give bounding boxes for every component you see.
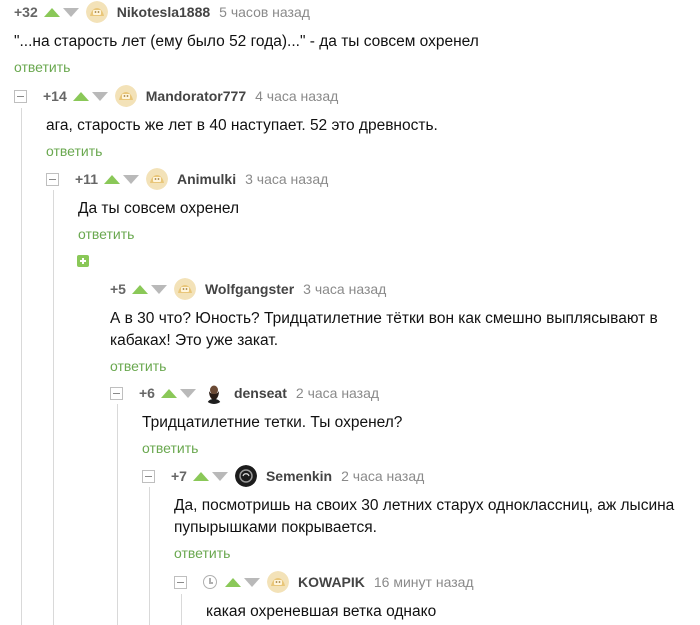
comment-text: "...на старость лет (ему было 52 года)..… xyxy=(14,33,479,50)
avatar[interactable] xyxy=(234,465,257,487)
comment-rating: +14 xyxy=(43,88,67,104)
upvote-icon[interactable] xyxy=(103,174,120,184)
clock-icon xyxy=(203,575,217,589)
comment-text: А в 30 что? Юность? Тридцатилетние тётки… xyxy=(110,308,694,352)
comment-text-line: Да, посмотришь на своих 30 летних старух… xyxy=(174,497,675,514)
reply-link[interactable]: ответить xyxy=(142,440,198,456)
reply-link[interactable]: ответить xyxy=(78,226,134,242)
downvote-icon[interactable] xyxy=(179,388,196,398)
comment-author[interactable]: Animulki xyxy=(177,171,236,187)
comment-author[interactable]: denseat xyxy=(234,385,287,401)
comment-rating: +5 xyxy=(110,281,126,297)
comment-header: +14 Mandorator777 4 часа назад xyxy=(14,85,694,107)
downvote-icon[interactable] xyxy=(62,7,79,17)
collapse-button[interactable] xyxy=(14,89,27,103)
collapse-button[interactable] xyxy=(142,469,155,483)
comment-author[interactable]: Wolfgangster xyxy=(205,281,294,297)
comment-header: +6 denseat 2 часа назад xyxy=(110,382,694,404)
avatar[interactable] xyxy=(114,85,137,107)
comment-header: +32 Nikotesla1888 5 часов назад xyxy=(14,1,694,23)
comment-header: KOWAPIK 16 минут назад xyxy=(174,571,694,593)
comment-author[interactable]: KOWAPIK xyxy=(298,574,365,590)
downvote-icon[interactable] xyxy=(211,471,228,481)
comment-text-line: пупырышками покрывается. xyxy=(174,519,377,536)
comment-text: ага, старость же лет в 40 наступает. 52 … xyxy=(46,117,438,134)
reply-link[interactable]: ответить xyxy=(110,358,166,374)
comment: +32 Nikotesla1888 5 часов назад "...на с… xyxy=(14,1,694,77)
reply-link[interactable]: ответить xyxy=(46,143,102,159)
comment: KOWAPIK 16 минут назад какая охреневшая … xyxy=(174,571,694,623)
downvote-icon[interactable] xyxy=(150,284,167,294)
avatar[interactable] xyxy=(202,382,225,404)
comment-time[interactable]: 16 минут назад xyxy=(374,574,474,590)
comment-rating: +32 xyxy=(14,4,38,20)
comment-time[interactable]: 2 часа назад xyxy=(341,468,424,484)
avatar[interactable] xyxy=(267,571,289,593)
comment: +14 Mandorator777 4 часа назад ага, стар… xyxy=(14,85,694,161)
thread-line xyxy=(21,108,22,625)
downvote-icon[interactable] xyxy=(244,577,260,587)
upvote-icon[interactable] xyxy=(160,388,177,398)
avatar[interactable] xyxy=(145,168,168,190)
collapse-button[interactable] xyxy=(174,575,187,589)
downvote-icon[interactable] xyxy=(91,91,108,101)
comment-rating: +7 xyxy=(171,468,187,484)
avatar[interactable] xyxy=(173,278,196,300)
comment-author[interactable]: Semenkin xyxy=(266,468,332,484)
comment-text: какая охреневшая ветка однако xyxy=(206,603,437,620)
comment-header: +5 Wolfgangster 3 часа назад xyxy=(110,278,694,300)
comment-text: Да, посмотришь на своих 30 летних старух… xyxy=(142,495,694,539)
comment-time[interactable]: 2 часа назад xyxy=(296,385,379,401)
collapse-button[interactable] xyxy=(46,172,59,186)
avatar[interactable] xyxy=(85,1,108,23)
reply-link[interactable]: ответить xyxy=(174,545,230,561)
reply-link[interactable]: ответить xyxy=(14,59,70,75)
comment-author[interactable]: Mandorator777 xyxy=(146,88,246,104)
comment-time[interactable]: 3 часа назад xyxy=(303,281,386,297)
comment-header: +11 Animulki 3 часа назад xyxy=(46,168,694,190)
upvote-icon[interactable] xyxy=(192,471,209,481)
upvote-icon[interactable] xyxy=(225,577,241,587)
comment-text: Тридцатилетние тетки. Ты охренел? xyxy=(142,414,403,431)
comment-rating: +6 xyxy=(139,385,155,401)
upvote-icon[interactable] xyxy=(43,7,60,17)
expand-thread-button[interactable] xyxy=(77,255,89,267)
comment-text-line: А в 30 что? Юность? Тридцатилетние тётки… xyxy=(110,310,658,327)
upvote-icon[interactable] xyxy=(131,284,148,294)
comment: +7 Semenkin 2 часа назад Да, посмотришь … xyxy=(142,465,694,563)
collapse-button[interactable] xyxy=(110,386,123,400)
thread-line xyxy=(53,190,54,625)
comment-time[interactable]: 4 часа назад xyxy=(255,88,338,104)
upvote-icon[interactable] xyxy=(72,91,89,101)
downvote-icon[interactable] xyxy=(122,174,139,184)
comment-text: Да ты совсем охренел xyxy=(78,200,240,217)
comment: +6 denseat 2 часа назад Тридцатилетние т… xyxy=(110,382,694,458)
comment-time[interactable]: 5 часов назад xyxy=(219,4,310,20)
comment-header: +7 Semenkin 2 часа назад xyxy=(142,465,694,487)
comment-author[interactable]: Nikotesla1888 xyxy=(117,4,210,20)
comment-time[interactable]: 3 часа назад xyxy=(245,171,328,187)
comment: +11 Animulki 3 часа назад Да ты совсем о… xyxy=(46,168,694,244)
comment-rating: +11 xyxy=(75,171,98,187)
comment: +5 Wolfgangster 3 часа назад А в 30 что?… xyxy=(110,278,694,376)
comment-text-line: кабаках! Это уже закат. xyxy=(110,332,279,349)
